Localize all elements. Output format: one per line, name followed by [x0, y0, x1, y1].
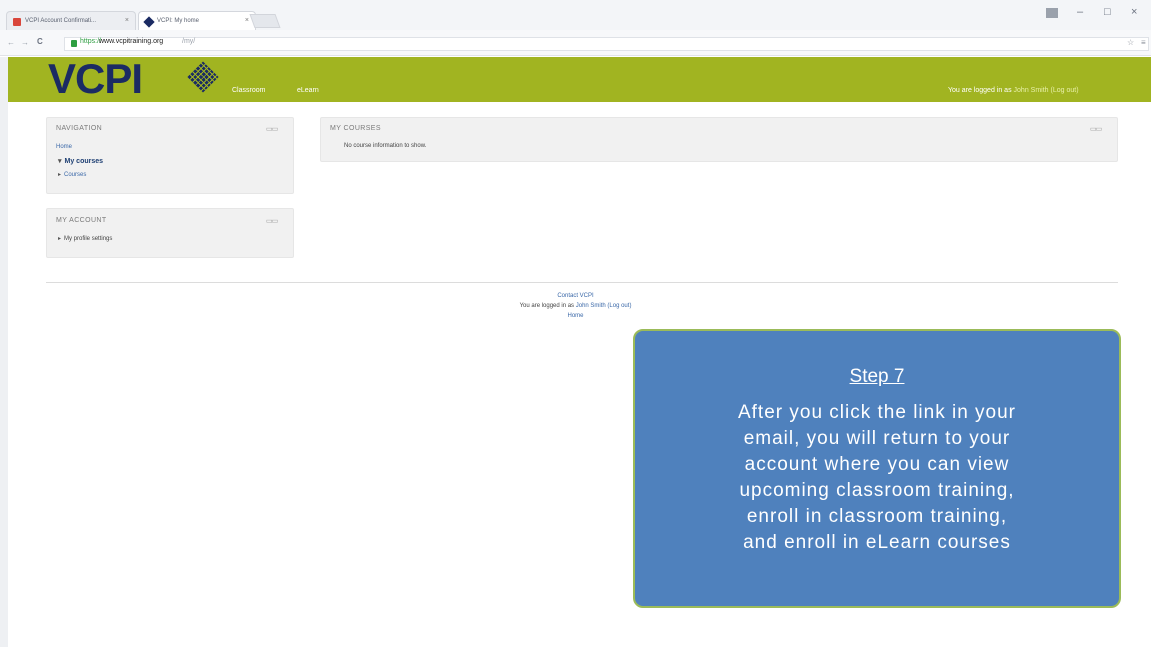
callout-line: After you click the link in your	[737, 402, 1017, 423]
callout-title-text: Step 7	[849, 366, 905, 387]
site-header	[8, 57, 1151, 102]
nav-home-link[interactable]: Home	[56, 144, 72, 150]
bookmark-star-icon[interactable]: ☆	[1127, 38, 1134, 47]
page-left-edge	[0, 57, 8, 647]
url-path: /my/	[182, 38, 196, 45]
close-window-icon[interactable]: ×	[1131, 6, 1137, 18]
dock-block-icon[interactable]: ▭▭	[266, 125, 278, 133]
nav-item-profile-settings[interactable]: ▸ My profile settings	[58, 235, 112, 242]
nav-link-elearn[interactable]: eLearn	[297, 87, 319, 94]
callout-line: account where you can view	[744, 454, 1010, 475]
user-profile-icon[interactable]	[1046, 8, 1058, 18]
new-tab-button[interactable]	[249, 14, 281, 28]
callout-body: After you click the link in your email, …	[633, 400, 1121, 556]
nav-link-classroom[interactable]: Classroom	[232, 87, 265, 94]
footer-logout-link[interactable]: (Log out)	[607, 303, 631, 309]
dock-block-icon[interactable]: ▭▭	[1090, 125, 1102, 133]
maximize-icon[interactable]: □	[1104, 6, 1111, 18]
my-courses-block	[320, 117, 1118, 162]
browser-tab-account-confirmation[interactable]: VCPI Account Confirmati... ×	[6, 11, 136, 31]
callout-line: and enroll in eLearn courses	[743, 532, 1011, 553]
url-host: www.vcpitraining.org	[99, 38, 164, 45]
browser-tab-my-home[interactable]: VCPI: My home ×	[138, 11, 256, 31]
tab-label: VCPI: My home	[157, 18, 200, 24]
footer-login-info: You are logged in as John Smith (Log out…	[0, 303, 1151, 309]
my-account-block-title: MY ACCOUNT	[56, 217, 107, 224]
vcpi-favicon-icon	[13, 18, 21, 26]
callout-line: upcoming classroom training,	[739, 480, 1015, 501]
vcpi-logo[interactable]: VCPI	[48, 58, 143, 100]
menu-icon[interactable]: ≡	[1141, 38, 1146, 47]
vcpi-favicon-icon	[143, 16, 155, 28]
footer-home: Home	[0, 313, 1151, 319]
my-courses-block-title: MY COURSES	[330, 125, 381, 132]
browser-tab-strip: VCPI Account Confirmati... × VCPI: My ho…	[0, 0, 1151, 31]
nav-item-label: My courses	[64, 158, 104, 165]
no-courses-message: No course information to show.	[344, 143, 427, 149]
close-tab-icon[interactable]: ×	[125, 17, 129, 24]
footer-home-link[interactable]: Home	[567, 313, 583, 319]
nav-item-label: My profile settings	[64, 236, 113, 242]
footer-divider	[46, 282, 1118, 283]
contact-link[interactable]: Contact VCPI	[557, 293, 593, 299]
lock-icon	[71, 40, 77, 47]
back-icon[interactable]: ←	[7, 38, 15, 47]
collapsed-arrow-icon: ▸	[58, 172, 62, 178]
callout-line: enroll in classroom training,	[746, 506, 1008, 527]
callout-line: email, you will return to your	[743, 428, 1011, 449]
callout-title: Step 7	[633, 366, 1121, 388]
reload-icon[interactable]: C	[37, 37, 43, 46]
close-tab-icon[interactable]: ×	[245, 17, 249, 24]
logout-link[interactable]: (Log out)	[1051, 87, 1079, 94]
url-scheme: https://	[80, 38, 102, 45]
tab-label: VCPI Account Confirmati...	[25, 18, 97, 24]
nav-item-label: Courses	[64, 172, 87, 178]
login-prefix: You are logged in as	[948, 87, 1012, 94]
my-account-block	[46, 208, 294, 258]
minimize-icon[interactable]: –	[1077, 6, 1083, 18]
nav-item-my-courses[interactable]: ▾ My courses	[58, 157, 103, 165]
user-link[interactable]: John Smith	[1014, 87, 1049, 94]
nav-item-courses[interactable]: ▸ Courses	[58, 171, 86, 178]
collapsed-arrow-icon: ▸	[58, 236, 62, 242]
address-bar[interactable]	[64, 37, 1149, 51]
forward-icon[interactable]: →	[21, 38, 29, 47]
footer-contact: Contact VCPI	[0, 293, 1151, 299]
header-login-info: You are logged in as John Smith (Log out…	[948, 87, 1079, 94]
dock-block-icon[interactable]: ▭▭	[266, 217, 278, 225]
screen: VCPI Account Confirmati... × VCPI: My ho…	[0, 0, 1151, 647]
navigation-block-title: NAVIGATION	[56, 125, 103, 132]
footer-login-prefix: You are logged in as	[519, 303, 575, 309]
footer-user-link[interactable]: John Smith	[576, 303, 606, 309]
expanded-arrow-icon: ▾	[58, 158, 62, 165]
